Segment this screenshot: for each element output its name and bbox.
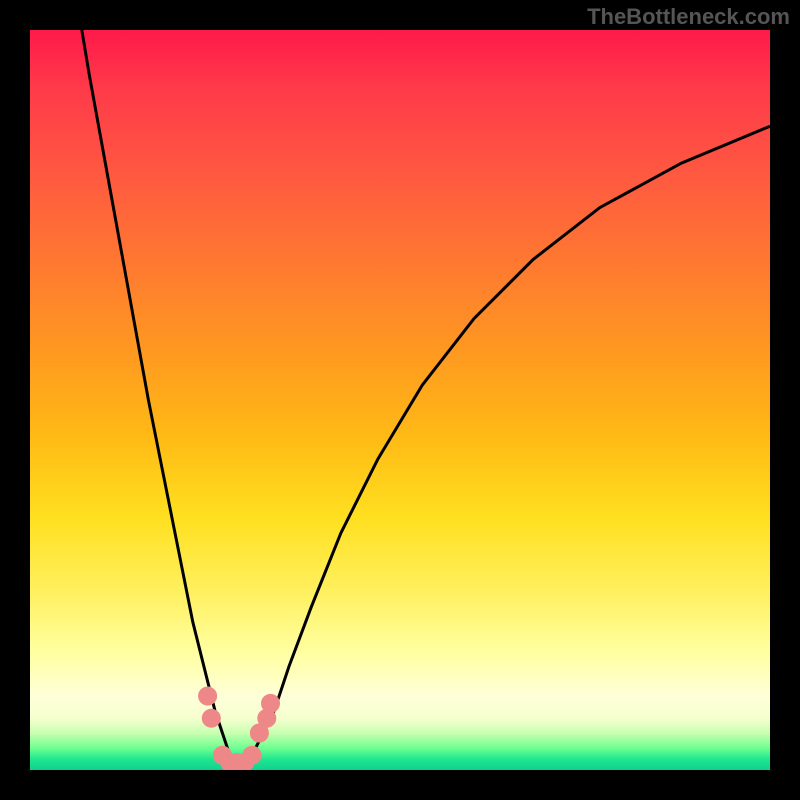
curve-svg — [30, 30, 770, 770]
plot-area — [30, 30, 770, 770]
watermark-text: TheBottleneck.com — [587, 4, 790, 30]
data-markers — [199, 687, 280, 770]
chart-container: TheBottleneck.com — [0, 0, 800, 800]
bottleneck-curve — [82, 30, 770, 763]
